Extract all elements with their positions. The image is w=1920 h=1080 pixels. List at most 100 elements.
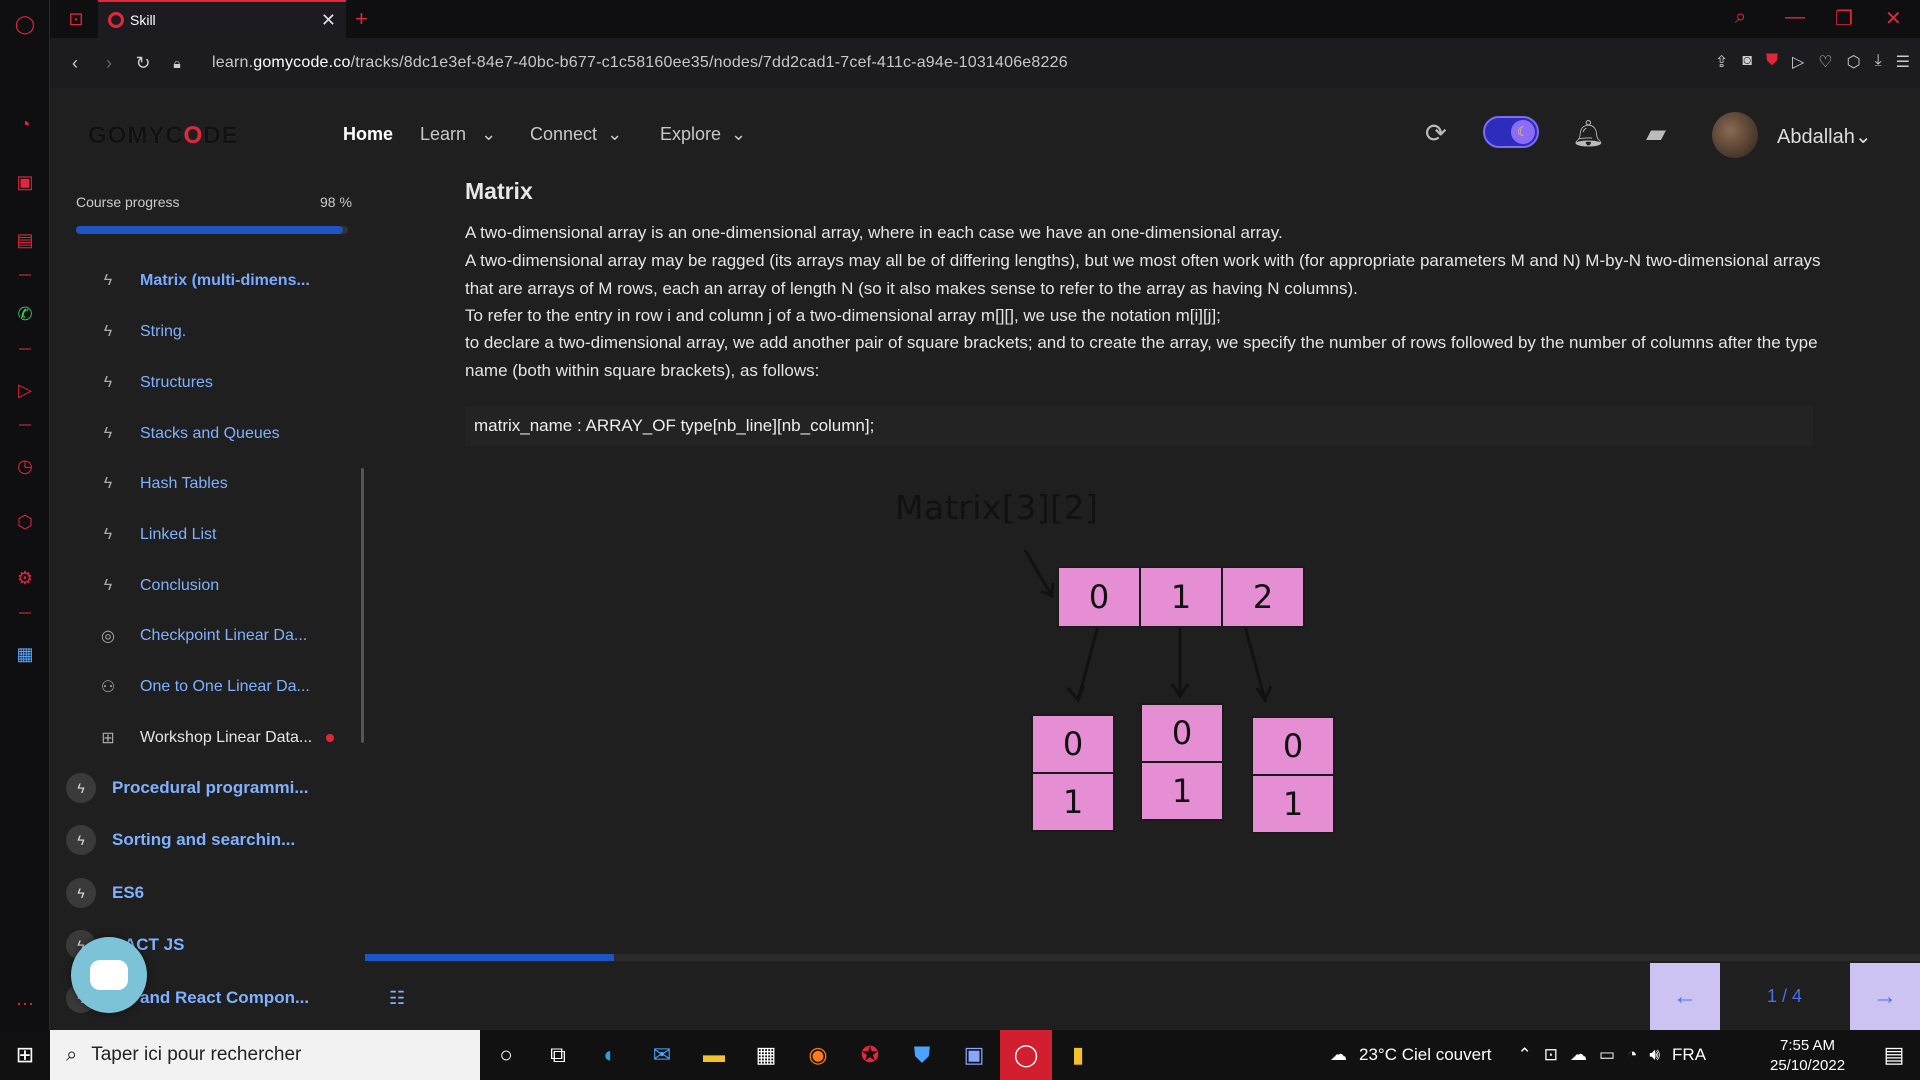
tray-chevron-icon[interactable]: ⌃	[1517, 1045, 1531, 1065]
sidebar-divider	[19, 348, 31, 350]
weather-icon[interactable]: ☁	[1330, 1045, 1347, 1065]
sidebar-item-linked-list[interactable]: ϟ Linked List	[96, 521, 217, 549]
module-procedural[interactable]: ϟ Procedural programmi...	[66, 771, 309, 805]
task-view-icon[interactable]: ⧉	[532, 1030, 584, 1080]
user-menu[interactable]: Abdallah⌄	[1777, 124, 1872, 149]
vpn-shield-icon[interactable]: ⛊	[1766, 52, 1778, 72]
store-icon[interactable]: ▦	[740, 1030, 792, 1080]
module-label: Sorting and searchin...	[112, 830, 296, 849]
wifi-icon[interactable]: ◔	[1627, 1045, 1637, 1065]
easy-setup-icon[interactable]: ☰	[1896, 52, 1910, 72]
bolt-icon: ϟ	[103, 475, 113, 492]
new-tab-icon[interactable]: +	[355, 6, 368, 32]
minimize-icon[interactable]: —	[1785, 6, 1805, 29]
opera-taskbar-icon[interactable]: ◯	[1000, 1030, 1052, 1080]
mail-icon[interactable]: ✉	[636, 1030, 688, 1080]
lesson-label: Structures	[140, 374, 213, 391]
sidebar-item-checkpoint[interactable]: ◎ Checkpoint Linear Da...	[96, 622, 307, 650]
people-icon: ⚇	[100, 679, 116, 696]
avatar[interactable]	[1712, 112, 1758, 158]
folder-icon[interactable]: ▮	[1052, 1030, 1104, 1080]
chat-icon[interactable]: ▰	[1646, 118, 1666, 149]
matrix-top-cell: 1	[1139, 566, 1223, 628]
lesson-label: Linked List	[140, 526, 217, 543]
tab-switcher-icon[interactable]: ⊡	[64, 7, 88, 31]
teams-icon[interactable]: ▣	[948, 1030, 1000, 1080]
file-explorer-icon[interactable]: ▬	[688, 1030, 740, 1080]
heart-icon[interactable]: ♡	[1818, 52, 1832, 72]
support-chat-button[interactable]	[71, 937, 147, 1013]
opera-logo-icon[interactable]: ◯	[13, 12, 37, 36]
battery-icon[interactable]: ▭	[1599, 1045, 1615, 1065]
tab-skill[interactable]: Skill ✕	[98, 0, 346, 38]
volume-icon[interactable]: 🔊︎	[1649, 1045, 1660, 1065]
sidebar-item-conclusion[interactable]: ϟ Conclusion	[96, 572, 219, 600]
bag-icon[interactable]: ▣	[13, 170, 37, 194]
download-icon[interactable]: ⤓	[1875, 52, 1882, 72]
player-icon[interactable]: ▷	[13, 378, 37, 402]
sidebar-item-hash-tables[interactable]: ϟ Hash Tables	[96, 470, 228, 498]
translate-icon[interactable]: ▦	[13, 642, 37, 666]
taskbar-search[interactable]: ⌕ Taper ici pour rechercher	[50, 1030, 480, 1080]
prev-page-button[interactable]: ←	[1650, 963, 1720, 1030]
arrow-right-icon: →	[1873, 982, 1897, 1010]
weather-text[interactable]: 23°C Ciel couvert	[1359, 1045, 1491, 1065]
notifications-icon[interactable]: ▤	[1868, 1030, 1920, 1080]
gomycode-logo[interactable]: GOMYCODE	[88, 122, 239, 150]
cube-icon[interactable]: ⬡	[1847, 52, 1861, 72]
sidebar-item-stacks-queues[interactable]: ϟ Stacks and Queues	[96, 420, 280, 448]
firefox-icon[interactable]: ◉	[792, 1030, 844, 1080]
module-es6[interactable]: ϟ ES6	[66, 876, 144, 910]
cortana-icon[interactable]: ○	[480, 1030, 532, 1080]
sidebar-item-one-to-one[interactable]: ⚇ One to One Linear Da...	[96, 673, 310, 701]
nav-explore[interactable]: Explore ⌄	[660, 124, 746, 145]
sidebar-scrollbar[interactable]	[361, 468, 364, 743]
nav-home[interactable]: Home	[343, 124, 393, 145]
sync-icon[interactable]: ⟳	[1425, 118, 1447, 149]
nav-connect-label: Connect	[530, 124, 598, 144]
url-field[interactable]: learn.gomycode.co/tracks/8dc1e3ef-84e7-4…	[212, 54, 1068, 72]
lesson-label: String.	[140, 323, 187, 340]
defender-icon[interactable]: ⛊	[896, 1030, 948, 1080]
clock[interactable]: 7:55 AM 25/10/2022	[1770, 1036, 1845, 1076]
bolt-icon: ϟ	[103, 272, 113, 289]
onedrive-icon[interactable]: ☁	[1570, 1045, 1587, 1065]
nav-learn[interactable]: Learn ⌄	[420, 124, 496, 145]
send-icon[interactable]: ▷	[1792, 52, 1804, 72]
reload-icon[interactable]: ↻	[126, 53, 160, 74]
more-icon[interactable]: ⋯	[13, 992, 37, 1016]
history-icon[interactable]: ◷	[13, 454, 37, 478]
forward-icon[interactable]: ›	[92, 53, 126, 74]
twitch-icon[interactable]: ▤	[13, 228, 37, 252]
speed-dial-icon[interactable]: ◔	[13, 112, 37, 136]
share-icon[interactable]: ⇪	[1715, 52, 1728, 72]
sidebar-item-structures[interactable]: ϟ Structures	[96, 369, 213, 397]
camera-icon[interactable]: ◙	[1742, 52, 1752, 72]
close-window-icon[interactable]: ✕	[1885, 6, 1902, 31]
windows-start-icon[interactable]: ⊞	[0, 1042, 50, 1068]
close-tab-icon[interactable]: ✕	[321, 10, 336, 31]
sidebar-divider	[19, 612, 31, 614]
sidebar-item-workshop[interactable]: ⊞ Workshop Linear Data...	[96, 724, 335, 752]
settings-icon[interactable]: ⚙	[13, 566, 37, 590]
next-page-button[interactable]: →	[1850, 963, 1920, 1030]
sidebar-item-matrix[interactable]: ϟ Matrix (multi-dimens...	[96, 267, 310, 295]
matrix-sub-cell: 1	[1251, 774, 1335, 834]
dark-mode-toggle[interactable]: ☾	[1483, 116, 1539, 148]
app-icon[interactable]: ✪	[844, 1030, 896, 1080]
nav-connect[interactable]: Connect ⌄	[530, 124, 622, 145]
bolt-icon: ϟ	[66, 825, 96, 855]
edge-icon[interactable]: ◐	[584, 1030, 636, 1080]
back-icon[interactable]: ‹	[58, 53, 92, 74]
url-domain: gomycode.co	[253, 54, 351, 71]
meet-icon[interactable]: ⊡	[1544, 1045, 1558, 1065]
restore-icon[interactable]: ❐	[1835, 6, 1853, 31]
extensions-icon[interactable]: ⬡	[13, 510, 37, 534]
sidebar-item-string[interactable]: ϟ String.	[96, 318, 186, 346]
bell-icon[interactable]: 🔔︎	[1572, 118, 1605, 149]
module-sorting[interactable]: ϟ Sorting and searchin...	[66, 823, 295, 857]
language-indicator[interactable]: FRA	[1672, 1045, 1706, 1065]
search-tabs-icon[interactable]: ⌕	[1735, 6, 1746, 29]
whatsapp-icon[interactable]: ✆	[13, 302, 37, 326]
outline-list-icon[interactable]: ☷	[389, 988, 405, 1009]
